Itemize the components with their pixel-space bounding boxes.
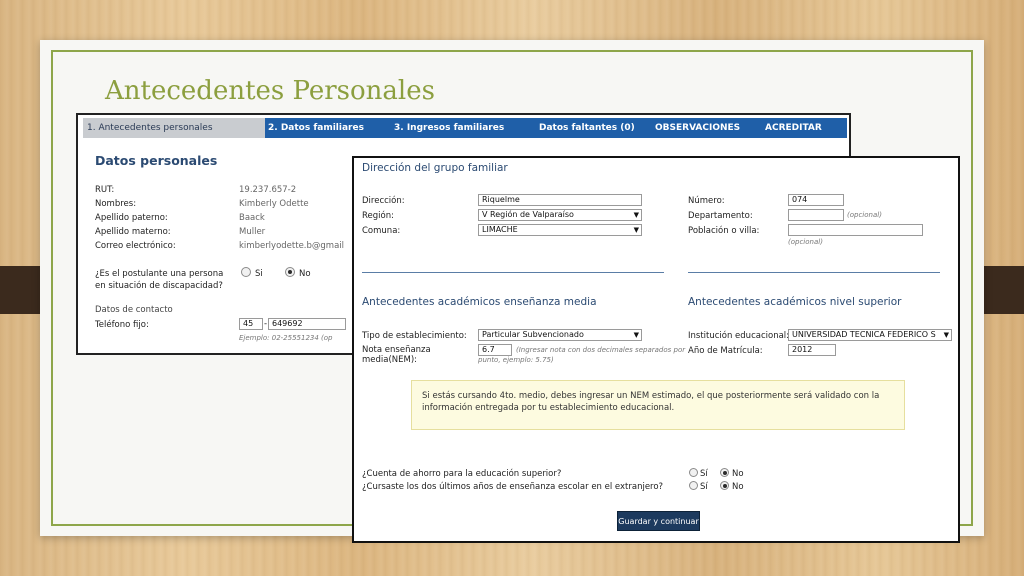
extranjero-question: ¿Cursaste los dos últimos años de enseña… <box>362 482 664 492</box>
tipo-establecimiento-select[interactable]: Particular Subvencionado ▼ <box>478 329 642 341</box>
numero-label: Número: <box>688 196 725 206</box>
apellido-paterno-label: Apellido paterno: <box>95 213 168 223</box>
region-select[interactable]: V Región de Valparaíso ▼ <box>478 209 642 221</box>
telefono-number-input[interactable]: 649692 <box>268 318 346 330</box>
ahorro-no-label: No <box>732 469 744 479</box>
divider-left <box>362 272 664 273</box>
discapacidad-si-radio[interactable] <box>241 267 251 277</box>
chevron-down-icon: ▼ <box>633 211 639 219</box>
ahorro-no-radio[interactable] <box>720 468 729 477</box>
institucion-select[interactable]: UNIVERSIDAD TECNICA FEDERICO S ▼ <box>788 329 952 341</box>
nem-label-line1: Nota enseñanza <box>362 345 431 355</box>
slide-title: Antecedentes Personales <box>105 76 435 106</box>
left-strap <box>0 266 42 314</box>
direccion-section-title: Dirección del grupo familiar <box>362 162 508 174</box>
discapacidad-question-line1: ¿Es el postulante una persona <box>95 269 224 279</box>
step-tabs: 1. Antecedentes personales 2. Datos fami… <box>83 118 847 138</box>
matricula-input[interactable]: 2012 <box>788 344 836 356</box>
nem-notice: Si estás cursando 4to. medio, debes ingr… <box>411 380 905 430</box>
chevron-down-icon: ▼ <box>633 226 639 234</box>
rut-value: 19.237.657-2 <box>239 185 297 195</box>
correo-label: Correo electrónico: <box>95 241 176 251</box>
telefono-area-input[interactable]: 45 <box>239 318 263 330</box>
departamento-label: Departamento: <box>688 211 753 221</box>
discapacidad-no-radio[interactable] <box>285 267 295 277</box>
institucion-value: UNIVERSIDAD TECNICA FEDERICO S <box>792 330 936 339</box>
datos-personales-title: Datos personales <box>95 153 218 168</box>
divider-right <box>688 272 940 273</box>
nem-input[interactable]: 6.7 <box>478 344 512 356</box>
rut-label: RUT: <box>95 185 115 195</box>
chevron-down-icon: ▼ <box>633 331 639 339</box>
direccion-label: Dirección: <box>362 196 405 206</box>
family-address-screenshot: Dirección del grupo familiar Dirección: … <box>352 156 960 543</box>
numero-input[interactable]: 074 <box>788 194 844 206</box>
discapacidad-no-label: No <box>299 269 311 279</box>
matricula-label: Año de Matrícula: <box>688 346 763 356</box>
nombres-label: Nombres: <box>95 199 137 209</box>
poblacion-hint: (opcional) <box>788 238 823 246</box>
region-label: Región: <box>362 211 394 221</box>
nem-label-line2: media(NEM): <box>362 355 418 365</box>
datos-contacto-title: Datos de contacto <box>95 305 173 315</box>
chevron-down-icon: ▼ <box>943 331 949 339</box>
departamento-input[interactable] <box>788 209 844 221</box>
tipo-establecimiento-value: Particular Subvencionado <box>482 330 584 339</box>
nombres-value: Kimberly Odette <box>239 199 309 209</box>
comuna-select-value: LIMACHE <box>482 225 518 234</box>
extranjero-si-label: Sí <box>700 482 708 492</box>
ahorro-question: ¿Cuenta de ahorro para la educación supe… <box>362 469 562 479</box>
superior-section-title: Antecedentes académicos nivel superior <box>688 296 902 308</box>
institucion-label: Institución educacional: <box>688 331 790 341</box>
tipo-establecimiento-label: Tipo de establecimiento: <box>362 331 467 341</box>
tab-observaciones[interactable]: OBSERVACIONES <box>651 118 761 138</box>
poblacion-label: Población o villa: <box>688 226 760 236</box>
extranjero-no-label: No <box>732 482 744 492</box>
discapacidad-si-label: Si <box>255 269 263 279</box>
media-section-title: Antecedentes académicos enseñanza media <box>362 296 597 308</box>
telefono-dash: - <box>264 319 268 329</box>
apellido-materno-label: Apellido materno: <box>95 227 171 237</box>
tab-antecedentes-personales[interactable]: 1. Antecedentes personales <box>83 118 265 138</box>
tab-datos-faltantes[interactable]: Datos faltantes (0) <box>535 118 651 138</box>
direccion-input[interactable]: Riquelme <box>478 194 642 206</box>
telefono-label: Teléfono fijo: <box>95 320 149 330</box>
correo-value: kimberlyodette.b@gmail <box>239 241 345 251</box>
departamento-hint: (opcional) <box>847 211 882 219</box>
tab-acreditar[interactable]: ACREDITAR <box>761 118 847 138</box>
comuna-label: Comuna: <box>362 226 401 236</box>
comuna-select[interactable]: LIMACHE ▼ <box>478 224 642 236</box>
ahorro-si-label: Sí <box>700 469 708 479</box>
tab-ingresos-familiares[interactable]: 3. Ingresos familiares <box>390 118 535 138</box>
apellido-materno-value: Muller <box>239 227 266 237</box>
extranjero-no-radio[interactable] <box>720 481 729 490</box>
apellido-paterno-value: Baack <box>239 213 265 223</box>
nem-hint-line2: punto, ejemplo: 5.75) <box>478 356 554 364</box>
extranjero-si-radio[interactable] <box>689 481 698 490</box>
ahorro-si-radio[interactable] <box>689 468 698 477</box>
discapacidad-question-line2: en situación de discapacidad? <box>95 281 223 291</box>
guardar-continuar-button[interactable]: Guardar y continuar <box>617 511 700 531</box>
nem-hint-line1: (Ingresar nota con dos decimales separad… <box>516 346 686 354</box>
poblacion-input[interactable] <box>788 224 923 236</box>
tab-datos-familiares[interactable]: 2. Datos familiares <box>265 118 390 138</box>
region-select-value: V Región de Valparaíso <box>482 210 574 219</box>
telefono-hint: Ejemplo: 02-25551234 (op <box>239 334 333 342</box>
